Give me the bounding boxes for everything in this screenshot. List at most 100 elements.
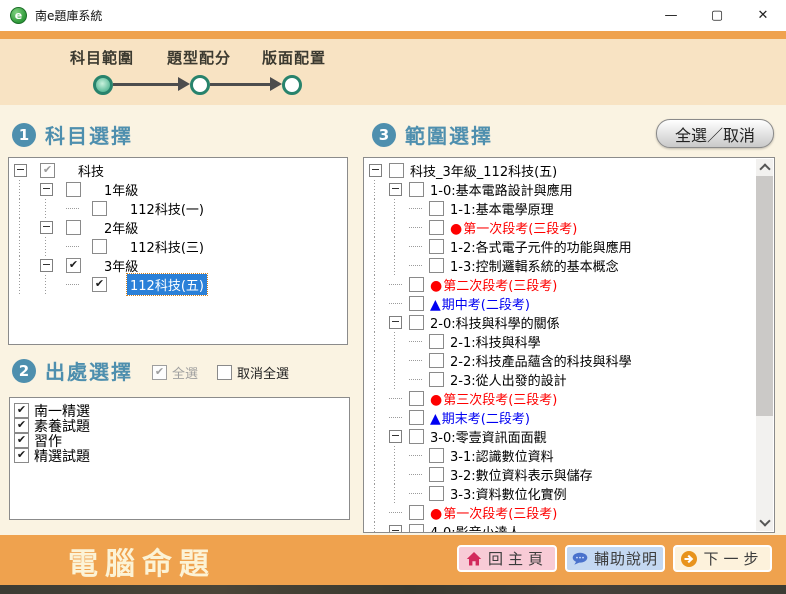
tree-branch-line — [389, 284, 402, 285]
tree-checkbox[interactable] — [429, 353, 444, 368]
tree-checkbox[interactable] — [66, 182, 81, 197]
tree-checkbox[interactable] — [409, 296, 424, 311]
tree-checkbox[interactable] — [429, 448, 444, 463]
tree-checkbox[interactable] — [389, 163, 404, 178]
tree-checkbox[interactable] — [409, 391, 424, 406]
tree-collapse-minus-icon[interactable] — [40, 221, 53, 234]
tree-item-label[interactable]: ▲期中考(二段考) — [427, 293, 533, 314]
tree-checkbox[interactable]: ✔ — [92, 277, 107, 292]
tree-checkbox[interactable] — [409, 505, 424, 520]
tree-item-label[interactable]: 3年級 — [101, 255, 141, 276]
tree-collapse-minus-icon[interactable] — [389, 183, 402, 196]
step-label-page-layout: 版面配置 — [262, 47, 326, 68]
tree-item-label[interactable]: 科技 — [75, 160, 107, 181]
home-button[interactable]: 回主頁 — [457, 545, 557, 572]
tree-branch-line — [409, 474, 422, 475]
tree-checkbox[interactable] — [409, 429, 424, 444]
select-all-checkbox[interactable]: ✔ — [152, 365, 167, 380]
tree-item-label[interactable]: 1-2:各式電子元件的功能與應用 — [447, 236, 635, 257]
tree-checkbox[interactable] — [429, 201, 444, 216]
next-step-button[interactable]: 下一步 — [673, 545, 772, 572]
tree-checkbox[interactable] — [429, 220, 444, 235]
scrollbar-thumb[interactable] — [756, 176, 773, 416]
source-item-checkbox[interactable]: ✔ — [14, 448, 29, 463]
tree-item-label[interactable]: 科技_3年級_112科技(五) — [407, 160, 560, 181]
tree-item-label[interactable]: 1-0:基本電路設計與應用 — [427, 179, 576, 200]
tree-item-label[interactable]: ▲期末考(二段考) — [427, 407, 533, 428]
tree-item-text: 2年級 — [104, 222, 138, 237]
tree-item-label[interactable]: 2年級 — [101, 217, 141, 238]
tree-expander-cell — [409, 455, 429, 456]
maximize-button[interactable]: ▢ — [694, 0, 740, 31]
tree-checkbox[interactable] — [429, 258, 444, 273]
tree-row: 3-2:數位資料表示與儲存 — [369, 465, 754, 484]
tree-item-label[interactable]: 2-2:科技產品蘊含的科技與科學 — [447, 350, 635, 371]
tree-item-label[interactable]: ●第二次段考(三段考) — [427, 274, 560, 295]
deselect-all-checkbox[interactable] — [217, 365, 232, 380]
tree-item-label[interactable]: 112科技(一) — [127, 198, 207, 219]
tree-checkbox[interactable] — [409, 410, 424, 425]
tree-item-text: 3年級 — [104, 260, 138, 275]
tree-item-label[interactable]: 112科技(五) — [127, 274, 207, 295]
tree-branch-line — [409, 208, 422, 209]
tree-collapse-minus-icon[interactable] — [389, 316, 402, 329]
tree-row: 3-3:資料數位化實例 — [369, 484, 754, 503]
source-item-checkbox[interactable]: ✔ — [14, 418, 29, 433]
tree-checkbox[interactable] — [429, 486, 444, 501]
tree-checkbox[interactable]: ✔ — [66, 258, 81, 273]
tree-item-label[interactable]: 112科技(三) — [127, 236, 207, 257]
close-button[interactable]: ✕ — [740, 0, 786, 31]
tree-item-label[interactable]: ●第三次段考(三段考) — [427, 388, 560, 409]
tree-collapse-minus-icon[interactable] — [369, 164, 382, 177]
tree-collapse-minus-icon[interactable] — [389, 430, 402, 443]
tree-item-label[interactable]: 3-1:認識數位資料 — [447, 445, 557, 466]
tree-checkbox[interactable] — [66, 220, 81, 235]
tree-item-label[interactable]: 2-1:科技與科學 — [447, 331, 544, 352]
tree-item-label[interactable]: 1-1:基本電學原理 — [447, 198, 557, 219]
tree-item-text: 112科技(三) — [130, 241, 204, 256]
tree-item-label[interactable]: ●第一次段考(三段考) — [447, 217, 580, 238]
tree-item-label[interactable]: 1-3:控制邏輯系統的基本概念 — [447, 255, 622, 276]
tree-checkbox[interactable] — [429, 334, 444, 349]
tree-item-label[interactable]: 3-0:零壹資訊面面觀 — [427, 426, 550, 447]
tree-checkbox[interactable] — [429, 467, 444, 482]
tree-collapse-minus-icon[interactable] — [40, 183, 53, 196]
tree-item-label[interactable]: 3-2:數位資料表示與儲存 — [447, 464, 596, 485]
source-item-checkbox[interactable]: ✔ — [14, 403, 29, 418]
scroll-down-button[interactable] — [756, 515, 773, 531]
scroll-up-button[interactable] — [756, 159, 773, 175]
tree-checkbox[interactable] — [429, 239, 444, 254]
chevron-up-icon — [759, 163, 770, 174]
tree-item-text: 3-3:資料數位化實例 — [450, 488, 567, 503]
tree-checkbox[interactable] — [92, 201, 107, 216]
tree-checkbox[interactable] — [409, 182, 424, 197]
tree-collapse-minus-icon[interactable] — [389, 525, 402, 533]
tree-item-label[interactable]: ●第一次段考(三段考) — [427, 502, 560, 523]
tree-item-label[interactable]: 2-0:科技與科學的關係 — [427, 312, 563, 333]
tree-checkbox[interactable] — [92, 239, 107, 254]
tree-item-label[interactable]: 1年級 — [101, 179, 141, 200]
help-button[interactable]: 輔助說明 — [565, 545, 665, 572]
tree-checkbox[interactable] — [409, 277, 424, 292]
vertical-scrollbar[interactable] — [756, 159, 773, 531]
tree-checkbox[interactable] — [409, 315, 424, 330]
tree-checkbox[interactable]: ✔ — [40, 163, 55, 178]
deselect-all-option: 取消全選 — [217, 363, 289, 382]
select-deselect-all-button[interactable]: 全選／取消 — [656, 119, 774, 148]
tree-collapse-minus-icon[interactable] — [40, 259, 53, 272]
source-item-checkbox[interactable]: ✔ — [14, 433, 29, 448]
minimize-button[interactable]: — — [648, 0, 694, 31]
tree-checkbox[interactable] — [429, 372, 444, 387]
source-item-label[interactable]: 精選試題 — [34, 446, 90, 466]
tree-checkbox[interactable] — [409, 524, 424, 533]
chevron-down-icon — [759, 515, 770, 526]
next-button-label: 下一步 — [703, 548, 763, 569]
tree-branch-line — [409, 360, 422, 361]
home-button-label: 回主頁 — [488, 548, 548, 569]
tree-item-label[interactable]: 2-3:從人出發的設計 — [447, 369, 570, 390]
tree-item-label[interactable]: 3-3:資料數位化實例 — [447, 483, 570, 504]
tree-item-label[interactable]: 4-0:影音小達人 — [427, 521, 524, 533]
step-arrow-icon — [270, 77, 282, 91]
tree-collapse-minus-icon[interactable] — [14, 164, 27, 177]
tree-guide-line — [369, 522, 389, 533]
